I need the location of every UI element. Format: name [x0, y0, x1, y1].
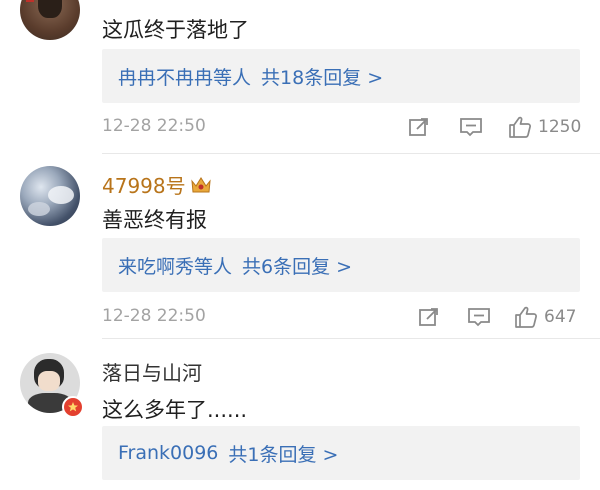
comment-meta: 12-28 22:50 1250 [102, 112, 581, 142]
share-icon [419, 308, 438, 326]
avatar[interactable] [20, 166, 80, 226]
reply-count: 共18条回复 > [261, 66, 384, 89]
share-button[interactable] [418, 302, 440, 332]
like-button[interactable]: 647 [514, 302, 576, 332]
reply-users: 冉冉不冉冉等人 [118, 66, 252, 89]
reply-users: Frank0096 [118, 442, 219, 464]
comment-text: 这瓜终于落地了 [102, 18, 249, 42]
comment-icon [460, 118, 482, 137]
comment-meta: 12-28 22:50 647 [102, 302, 580, 332]
like-count: 647 [544, 307, 577, 327]
reply-users: 来吃啊秀等人 [118, 255, 233, 278]
comment-text: 这么多年了...... [102, 398, 248, 422]
share-button[interactable] [408, 112, 430, 142]
reply-count: 共1条回复 > [228, 443, 339, 466]
timestamp: 12-28 22:50 [102, 306, 206, 326]
commenter-name[interactable]: 落日与山河 [102, 357, 202, 386]
crown-badge-icon [190, 176, 211, 192]
reply-button[interactable] [459, 112, 483, 142]
like-count: 1250 [538, 117, 582, 137]
timestamp: 12-28 22:50 [102, 116, 206, 136]
thumbs-up-icon [509, 116, 531, 138]
replies-summary[interactable]: Frank0096 共1条回复 > [102, 426, 580, 480]
avatar[interactable] [20, 0, 80, 40]
replies-summary[interactable]: 冉冉不冉冉等人 共18条回复 > [102, 49, 580, 103]
commenter-name-label: 47998号 [102, 174, 186, 198]
share-icon [409, 118, 428, 136]
comment-item: 这瓜终于落地了 冉冉不冉冉等人 共18条回复 > 12-28 22:50 125… [0, 0, 600, 150]
comment-icon [468, 308, 490, 327]
comment-item: 落日与山河 这么多年了...... Frank0096 共1条回复 > [0, 339, 600, 490]
reply-button[interactable] [467, 302, 491, 332]
replies-summary[interactable]: 来吃啊秀等人 共6条回复 > [102, 238, 580, 292]
comment-item: 47998号 善恶终有报 来吃啊秀等人 共6条回复 > 12-28 22:50 [0, 154, 600, 339]
thumbs-up-icon [515, 306, 537, 328]
like-button[interactable]: 1250 [508, 112, 581, 142]
reply-count: 共6条回复 > [242, 255, 353, 278]
commenter-name[interactable]: 47998号 [102, 170, 212, 199]
verified-badge-icon [62, 396, 84, 418]
comment-text: 善恶终有报 [102, 208, 207, 232]
